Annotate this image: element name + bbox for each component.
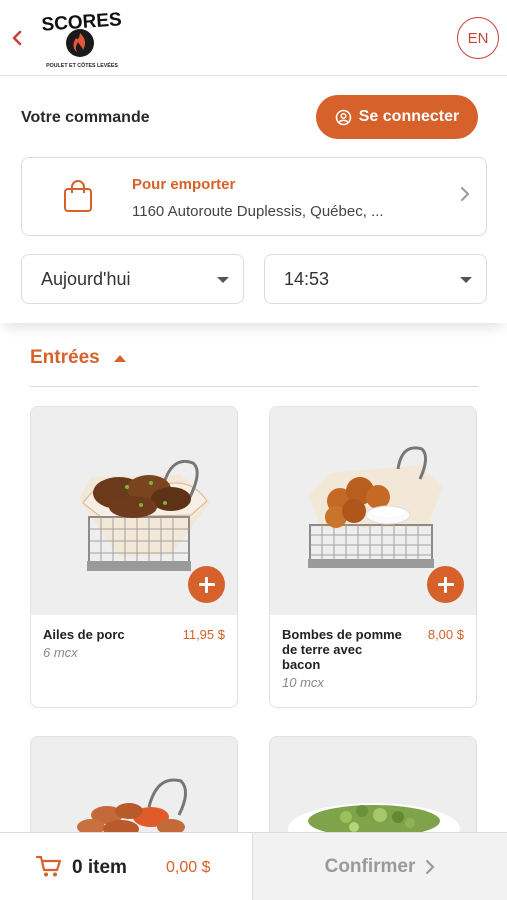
logo-tagline: POULET ET CÔTES LEVÉES <box>46 61 118 69</box>
bottom-bar: 0 item 0,00 $ Confirmer <box>0 832 507 900</box>
product-info: Ailes de porc 11,95 $ 6 mcx <box>31 615 237 672</box>
shopping-bag-icon <box>64 180 92 212</box>
pickup-location-selector[interactable]: Pour emporter 1160 Autoroute Duplessis, … <box>21 157 487 236</box>
product-name: Ailes de porc <box>43 627 125 642</box>
category-title: Entrées <box>30 347 100 368</box>
caret-down-icon <box>217 277 229 283</box>
chevron-right-icon <box>426 859 435 875</box>
order-title: Votre commande <box>21 109 150 126</box>
shopping-cart-icon <box>36 855 62 877</box>
login-label: Se connecter <box>358 108 460 125</box>
time-value: 14:53 <box>284 268 330 289</box>
product-quantity: 10 mcx <box>282 675 324 690</box>
add-to-cart-button[interactable] <box>427 566 464 603</box>
product-price: 11,95 $ <box>182 627 225 642</box>
cart-summary[interactable]: 0 item 0,00 $ <box>0 833 253 900</box>
order-panel: Votre commande Se connecter Pour emporte… <box>0 77 507 323</box>
caret-down-icon <box>460 277 472 283</box>
product-card[interactable]: Bombes de pomme de terre avec bacon 8,00… <box>269 406 477 708</box>
product-quantity: 6 mcx <box>43 645 78 660</box>
add-to-cart-button[interactable] <box>188 566 225 603</box>
product-image <box>31 407 237 615</box>
product-price: 8,00 $ <box>427 627 464 642</box>
top-bar: SCORES POULET ET CÔTES LEVÉES EN <box>0 0 507 76</box>
product-image <box>270 407 476 615</box>
cart-item-count: 0 item <box>72 857 127 878</box>
product-info: Bombes de pomme de terre avec bacon 8,00… <box>270 615 476 702</box>
time-select[interactable]: 14:53 <box>264 254 487 304</box>
language-button[interactable]: EN <box>457 17 499 59</box>
order-mode: Pour emporter <box>132 176 236 193</box>
product-card[interactable]: Ailes de porc 11,95 $ 6 mcx <box>30 406 238 708</box>
day-value: Aujourd'hui <box>41 268 131 289</box>
user-circle-icon <box>335 109 352 125</box>
login-button[interactable]: Se connecter <box>316 95 478 139</box>
chevron-right-icon <box>461 187 470 201</box>
day-select[interactable]: Aujourd'hui <box>21 254 244 304</box>
product-name: Bombes de pomme de terre avec bacon <box>282 627 402 672</box>
scores-logo[interactable]: SCORES POULET ET CÔTES LEVÉES <box>36 6 128 70</box>
cart-total: 0,00 $ <box>166 859 211 876</box>
store-address: 1160 Autoroute Duplessis, Québec, ... <box>132 203 384 220</box>
back-button[interactable] <box>6 24 28 52</box>
divider <box>30 386 478 387</box>
category-header[interactable]: Entrées <box>30 347 126 369</box>
caret-up-icon <box>113 354 126 362</box>
chevron-left-icon <box>12 30 22 46</box>
confirm-button[interactable]: Confirmer <box>253 833 507 900</box>
confirm-label: Confirmer <box>324 856 416 877</box>
